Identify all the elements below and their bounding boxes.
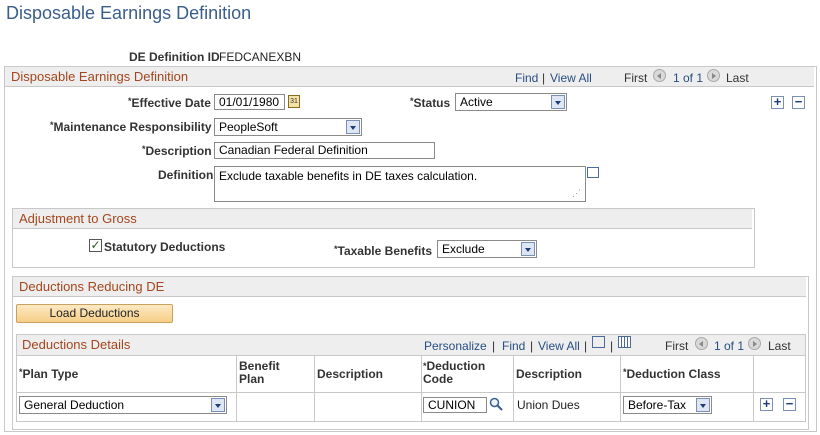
page-title: Disposable Earnings Definition <box>6 3 252 23</box>
deductions-reducing-title: Deductions Reducing DE <box>19 279 165 294</box>
taxable-benefits-select[interactable]: Exclude <box>437 240 537 258</box>
details-last-label: Last <box>768 339 791 353</box>
section-title: Disposable Earnings Definition <box>11 69 189 84</box>
chevron-down-icon <box>211 398 225 412</box>
chevron-down-icon <box>521 242 535 256</box>
deductions-reducing-header: Deductions Reducing DE <box>13 277 806 297</box>
download-icon[interactable] <box>618 336 631 348</box>
effective-date-label: *Effective Date <box>128 96 211 110</box>
statutory-deductions-label: Statutory Deductions <box>104 240 226 254</box>
description-input[interactable]: Canadian Federal Definition <box>214 142 435 159</box>
add-deduction-row-icon[interactable]: + <box>760 397 773 411</box>
definition-label: Definition <box>158 168 214 182</box>
details-previous-icon[interactable] <box>695 337 708 350</box>
de-definition-id-value: FEDCANEXBN <box>219 50 302 64</box>
delete-row-icon[interactable]: − <box>792 95 805 109</box>
col-deduction-code: *Deduction Code <box>423 359 486 386</box>
col-benefit-plan: Benefit Plan <box>239 359 280 386</box>
calendar-icon[interactable]: 31 <box>288 95 300 108</box>
col-description: Description <box>317 367 384 381</box>
last-label: Last <box>726 71 749 85</box>
maintenance-select[interactable]: PeopleSoft <box>214 118 362 136</box>
chevron-down-icon <box>346 120 360 134</box>
zoom-grid-icon[interactable] <box>592 336 605 348</box>
previous-icon[interactable] <box>653 69 666 82</box>
expand-text-icon[interactable] <box>587 167 599 178</box>
details-view-all-link[interactable]: View All <box>538 339 580 353</box>
status-select[interactable]: Active <box>455 93 567 111</box>
adjustment-title: Adjustment to Gross <box>19 211 137 226</box>
separator: | <box>530 339 534 353</box>
row-count: 1 of 1 <box>673 71 704 85</box>
deductions-details-title: Deductions Details <box>22 337 131 352</box>
chevron-down-icon <box>696 398 710 412</box>
resize-handle-icon[interactable]: ⋰ <box>572 188 581 199</box>
deduction-code-input[interactable]: CUNION <box>423 397 487 413</box>
next-icon[interactable] <box>707 69 720 82</box>
details-first-label: First <box>665 339 689 353</box>
deduction-description: Union Dues <box>517 398 580 412</box>
separator: | <box>584 339 588 353</box>
separator: | <box>492 339 496 353</box>
find-link[interactable]: Find <box>515 71 538 85</box>
effective-date-input[interactable]: 01/01/1980 <box>214 94 285 110</box>
status-label: *Status <box>410 96 451 110</box>
statutory-deductions-checkbox[interactable]: ✓ <box>89 239 102 252</box>
col-deduction-class: *Deduction Class <box>623 367 721 381</box>
personalize-link[interactable]: Personalize <box>424 339 487 353</box>
chevron-down-icon <box>551 95 565 109</box>
view-all-link[interactable]: View All <box>550 71 592 85</box>
description-label: *Description <box>142 144 212 158</box>
de-definition-id-label: DE Definition ID <box>129 50 220 64</box>
search-icon[interactable] <box>489 397 503 411</box>
load-deductions-button[interactable]: Load Deductions <box>16 304 173 323</box>
first-label: First <box>624 71 648 85</box>
add-row-icon[interactable]: + <box>771 95 784 109</box>
deduction-class-select[interactable]: Before-Tax <box>623 396 712 414</box>
separator: | <box>610 339 614 353</box>
maintenance-label: *Maintenance Responsibility <box>50 120 212 134</box>
details-find-link[interactable]: Find <box>502 339 525 353</box>
details-row-count: 1 of 1 <box>714 339 745 353</box>
taxable-benefits-label: *Taxable Benefits <box>334 244 432 258</box>
delete-deduction-row-icon[interactable]: − <box>783 397 796 411</box>
separator: | <box>542 71 546 85</box>
col-description-2: Description <box>516 367 583 381</box>
definition-textarea[interactable]: Exclude taxable benefits in DE taxes cal… <box>214 166 586 202</box>
adjustment-header: Adjustment to Gross <box>13 209 752 229</box>
plan-type-select[interactable]: General Deduction <box>19 396 227 414</box>
details-next-icon[interactable] <box>748 337 761 350</box>
col-plan-type: *Plan Type <box>19 367 79 381</box>
